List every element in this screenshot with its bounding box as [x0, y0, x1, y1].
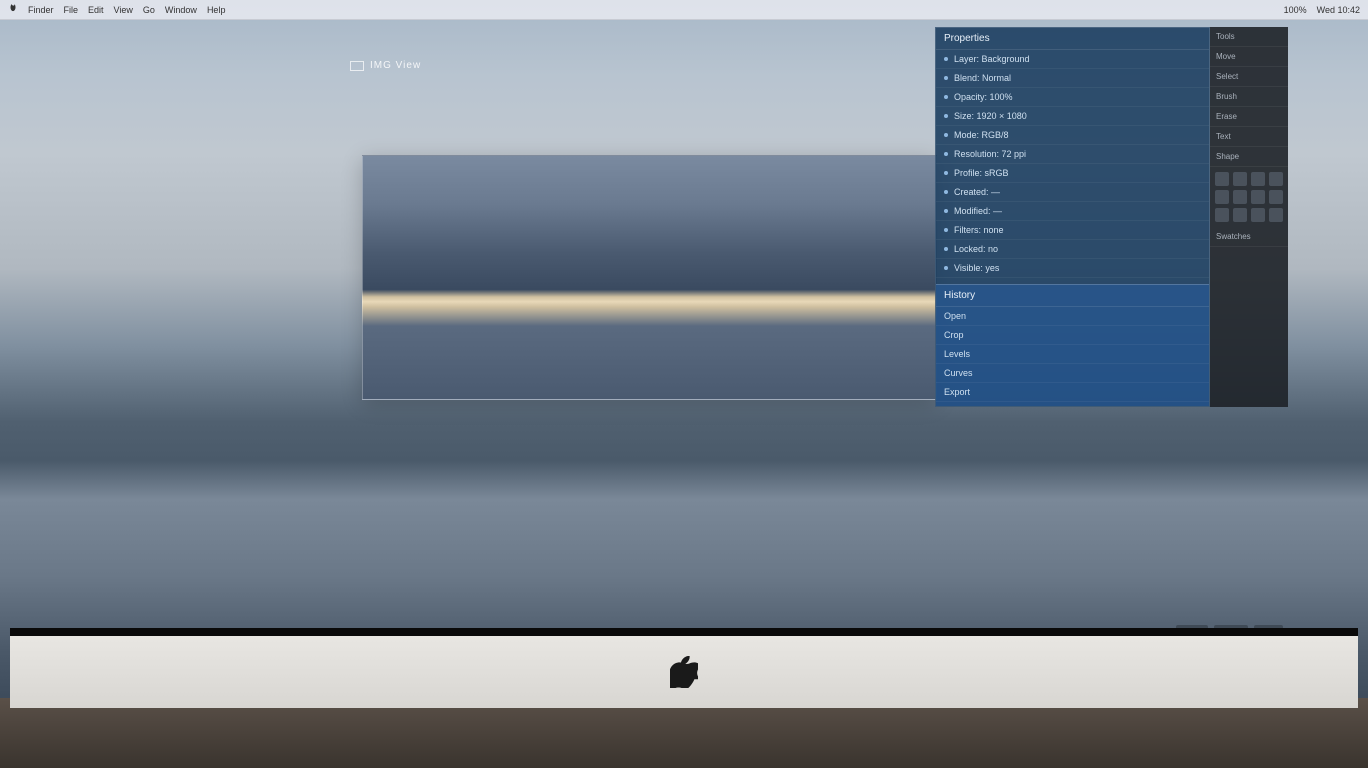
inspector-row[interactable]: Opacity: 100% [936, 88, 1209, 107]
inspector-row-label: Opacity: 100% [954, 92, 1013, 102]
swatch-icon[interactable] [1215, 172, 1229, 186]
bullet-icon [944, 76, 948, 80]
bullet-icon [944, 209, 948, 213]
bullet-icon [944, 228, 948, 232]
menu-edit[interactable]: Edit [88, 5, 104, 15]
inspector-row[interactable]: Blend: Normal [936, 69, 1209, 88]
bullet-icon [944, 95, 948, 99]
document-icon [350, 61, 364, 71]
inspector-row[interactable]: Layer: Background [936, 50, 1209, 69]
inspector-row-label: Created: — [954, 187, 1000, 197]
inspector-row-label: Profile: sRGB [954, 168, 1009, 178]
toolstrip-group-label: Tools [1216, 32, 1235, 41]
tool-strip: Tools Move Select Brush Erase Text Shape… [1210, 27, 1288, 407]
menu-help[interactable]: Help [207, 5, 226, 15]
tool-label: Shape [1216, 152, 1239, 161]
apple-logo-icon [670, 656, 698, 688]
tool-icon-grid [1210, 167, 1288, 227]
swatch-icon[interactable] [1233, 172, 1247, 186]
inspector-row-label: Modified: — [954, 206, 1002, 216]
imac-chin [10, 628, 1358, 708]
inspector-row-label: Filters: none [954, 225, 1004, 235]
ambient-background [0, 698, 1368, 768]
menu-go[interactable]: Go [143, 5, 155, 15]
inspector-row-label: Resolution: 72 ppi [954, 149, 1026, 159]
tool-brush[interactable]: Brush [1210, 87, 1288, 107]
inspector-row-label: Layer: Background [954, 54, 1030, 64]
menu-file[interactable]: File [64, 5, 79, 15]
battery-status[interactable]: 100% [1284, 5, 1307, 15]
document-title: IMG View [370, 60, 421, 71]
inspector-row-label: Visible: yes [954, 263, 999, 273]
document-title-overlay: IMG View [350, 60, 421, 71]
inspector-row-label: Mode: RGB/8 [954, 130, 1009, 140]
inspector-row[interactable]: Profile: sRGB [936, 164, 1209, 183]
tool-select[interactable]: Select [1210, 67, 1288, 87]
tool-label: Erase [1216, 112, 1237, 121]
inspector-row[interactable]: Visible: yes [936, 259, 1209, 278]
tool-label: Select [1216, 72, 1238, 81]
clock[interactable]: Wed 10:42 [1317, 5, 1360, 15]
inspector-row[interactable]: Size: 1920 × 1080 [936, 107, 1209, 126]
tool-text[interactable]: Text [1210, 127, 1288, 147]
tool-label: Text [1216, 132, 1231, 141]
swatch-icon[interactable] [1269, 208, 1283, 222]
toolstrip-header: Tools [1210, 27, 1288, 47]
history-panel: History Open Crop Levels Curves Export [936, 284, 1209, 406]
swatch-icon[interactable] [1251, 190, 1265, 204]
history-row[interactable]: Levels [936, 345, 1209, 364]
bullet-icon [944, 190, 948, 194]
bullet-icon [944, 133, 948, 137]
history-row[interactable]: Curves [936, 364, 1209, 383]
swatch-icon[interactable] [1233, 208, 1247, 222]
toolstrip-foot-label: Swatches [1216, 232, 1251, 241]
inspector-row[interactable]: Resolution: 72 ppi [936, 145, 1209, 164]
history-row[interactable]: Crop [936, 326, 1209, 345]
inspector-row[interactable]: Created: — [936, 183, 1209, 202]
menu-view[interactable]: View [114, 5, 133, 15]
tool-label: Brush [1216, 92, 1237, 101]
history-row-label: Open [944, 311, 966, 321]
swatch-icon[interactable] [1269, 172, 1283, 186]
tool-shape[interactable]: Shape [1210, 147, 1288, 167]
inspector-row[interactable]: Modified: — [936, 202, 1209, 221]
history-row[interactable]: Export [936, 383, 1209, 402]
inspector-row-label: Blend: Normal [954, 73, 1011, 83]
inspector-row[interactable]: Mode: RGB/8 [936, 126, 1209, 145]
bullet-icon [944, 114, 948, 118]
tool-label: Move [1216, 52, 1236, 61]
bullet-icon [944, 152, 948, 156]
inspector-panel: Properties Layer: Background Blend: Norm… [935, 27, 1210, 407]
bullet-icon [944, 57, 948, 61]
swatch-icon[interactable] [1269, 190, 1283, 204]
history-header: History [936, 285, 1209, 307]
swatch-icon[interactable] [1251, 208, 1265, 222]
bullet-icon [944, 247, 948, 251]
inspector-row-label: Size: 1920 × 1080 [954, 111, 1027, 121]
inspector-header: Properties [936, 28, 1209, 50]
toolstrip-footer: Swatches [1210, 227, 1288, 247]
app-name[interactable]: Finder [28, 5, 54, 15]
history-row-label: Levels [944, 349, 970, 359]
history-row-label: Export [944, 387, 970, 397]
swatch-icon[interactable] [1251, 172, 1265, 186]
bullet-icon [944, 171, 948, 175]
history-row[interactable]: Open [936, 307, 1209, 326]
bullet-icon [944, 266, 948, 270]
history-row-label: Crop [944, 330, 964, 340]
menu-window[interactable]: Window [165, 5, 197, 15]
swatch-icon[interactable] [1215, 208, 1229, 222]
history-row-label: Curves [944, 368, 973, 378]
apple-menu-icon[interactable] [8, 4, 18, 16]
inspector-row-label: Locked: no [954, 244, 998, 254]
image-preview-window[interactable] [362, 155, 937, 400]
tool-erase[interactable]: Erase [1210, 107, 1288, 127]
tool-move[interactable]: Move [1210, 47, 1288, 67]
os-menubar: Finder File Edit View Go Window Help 100… [0, 0, 1368, 20]
swatch-icon[interactable] [1215, 190, 1229, 204]
swatch-icon[interactable] [1233, 190, 1247, 204]
inspector-row[interactable]: Filters: none [936, 221, 1209, 240]
inspector-row[interactable]: Locked: no [936, 240, 1209, 259]
